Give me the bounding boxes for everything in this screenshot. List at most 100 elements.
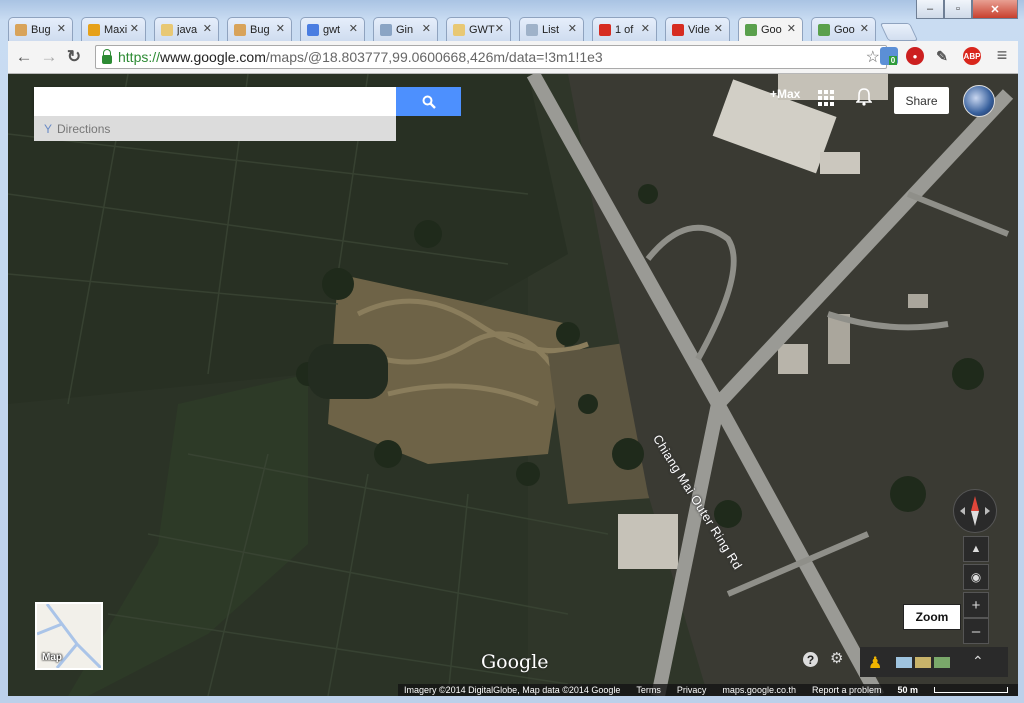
compass-icon (960, 496, 990, 526)
zoom-tooltip: Zoom (903, 604, 961, 630)
doc-favicon-icon (161, 23, 173, 36)
extension-badge: 0 (888, 55, 898, 65)
extension-icon[interactable]: 0 (880, 47, 898, 65)
eyedropper-icon[interactable]: ✎ (933, 47, 951, 65)
avatar[interactable] (963, 85, 995, 117)
tab-9[interactable]: Vide ✕ (665, 17, 730, 41)
tab-11[interactable]: Goo ✕ (811, 17, 876, 41)
zoom-in-button[interactable]: + (963, 592, 989, 618)
google-logo: Google (481, 651, 549, 673)
browser-window: – ▫ ✕ Bug ✕ Maxi ✕ java ✕ Bug ✕ gwt ✕ Gin ✕ GW… (0, 0, 1024, 703)
tab-4[interactable]: gwt ✕ (300, 17, 365, 41)
tab-7[interactable]: List ✕ (519, 17, 584, 41)
settings-gear-icon[interactable]: ⚙ (830, 649, 843, 667)
terms-link[interactable]: Terms (636, 685, 661, 695)
close-window-button[interactable]: ✕ (972, 0, 1018, 19)
directions-link[interactable]: Y Directions (34, 116, 396, 141)
imagery-credit: Imagery ©2014 DigitalGlobe, Map data ©20… (404, 685, 621, 695)
tab-close-icon[interactable]: ✕ (203, 22, 212, 35)
pegman-icon[interactable]: ♟ (868, 653, 882, 673)
maxi-favicon-icon (88, 23, 100, 36)
gin-favicon-icon (380, 23, 392, 36)
map-footer: Imagery ©2014 DigitalGlobe, Map data ©20… (398, 684, 1018, 696)
help-icon[interactable]: ? (803, 652, 818, 667)
bug-favicon-icon (234, 23, 246, 36)
menu-icon[interactable]: ≡ (992, 45, 1012, 66)
browser-toolbar: ← → ↻ https://www.google.com/maps/@18.80… (8, 41, 1018, 74)
photo-thumb-icon[interactable] (915, 657, 931, 668)
tab-close-icon[interactable]: ✕ (714, 22, 723, 35)
tab-close-icon[interactable]: ✕ (860, 22, 869, 35)
search-icon (422, 95, 436, 109)
reload-button[interactable]: ↻ (64, 47, 84, 67)
map-search-input[interactable] (34, 87, 396, 116)
tab-close-icon[interactable]: ✕ (57, 22, 66, 35)
my-location-icon[interactable]: ◉ (963, 564, 989, 590)
privacy-link[interactable]: Privacy (677, 685, 707, 695)
zoom-out-button[interactable]: – (963, 618, 989, 644)
back-button[interactable]: ← (14, 47, 34, 67)
plus-max-link[interactable]: +Max (770, 87, 800, 101)
search-button[interactable] (396, 87, 461, 116)
tab-10-active[interactable]: Goo ✕ (738, 17, 803, 42)
tab-close-icon[interactable]: ✕ (349, 22, 358, 35)
tab-3[interactable]: Bug ✕ (227, 17, 292, 41)
apps-grid-icon[interactable] (818, 90, 834, 109)
adblock-icon[interactable]: ABP (963, 47, 981, 65)
tab-1[interactable]: Maxi ✕ (81, 17, 146, 41)
notification-bell-icon[interactable] (855, 88, 873, 109)
tab-close-icon[interactable]: ✕ (641, 22, 650, 35)
minimize-button[interactable]: – (916, 0, 944, 19)
address-bar[interactable]: https://www.google.com/maps/@18.803777,9… (95, 45, 887, 69)
tab-close-icon[interactable]: ✕ (422, 22, 431, 35)
url-host: www.google.com (160, 49, 266, 65)
tab-8[interactable]: 1 of ✕ (592, 17, 657, 41)
tab-5[interactable]: Gin ✕ (373, 17, 438, 41)
tab-strip: Bug ✕ Maxi ✕ java ✕ Bug ✕ gwt ✕ Gin ✕ GWT ✕ Lis… (8, 17, 919, 42)
maps-favicon-icon (818, 23, 830, 36)
url-path: /maps/@18.803777,99.0600668,426m/data=!3… (265, 49, 603, 65)
doc-favicon-icon (453, 23, 465, 36)
compass-control[interactable] (953, 489, 997, 533)
youtube-favicon-icon (599, 23, 611, 36)
tab-close-icon[interactable]: ✕ (568, 22, 577, 35)
satellite-map[interactable]: Y Directions +Max Share Chiang Mai Outer … (8, 74, 1018, 696)
forward-button[interactable]: → (39, 47, 59, 67)
bottom-toolbar: ♟ ⌃ (860, 647, 1008, 677)
tab-close-icon[interactable]: ✕ (787, 22, 796, 35)
tab-label: Gin (396, 23, 414, 36)
photo-thumb-icon[interactable] (896, 657, 912, 668)
loading-favicon-icon (526, 23, 538, 36)
satellite-imagery (8, 74, 1018, 696)
directions-icon: Y (44, 121, 53, 136)
bookmark-star-icon[interactable]: ☆ (866, 47, 880, 67)
tab-close-icon[interactable]: ✕ (276, 22, 285, 35)
youtube-favicon-icon (672, 23, 684, 36)
maximize-button[interactable]: ▫ (944, 0, 972, 19)
bug-favicon-icon (15, 23, 27, 36)
tab-close-icon[interactable]: ✕ (495, 22, 504, 35)
stop-extension-icon[interactable]: ● (906, 47, 924, 65)
maps-favicon-icon (745, 24, 757, 36)
lock-icon (102, 48, 112, 64)
report-problem-link[interactable]: Report a problem (812, 685, 882, 695)
new-tab-button[interactable] (879, 23, 919, 41)
tab-label: Maxi (104, 23, 128, 36)
tab-6[interactable]: GWT ✕ (446, 17, 511, 41)
scale-bar (934, 687, 1008, 693)
tab-2[interactable]: java ✕ (154, 17, 219, 41)
tab-label: Goo (761, 24, 782, 36)
expand-icon[interactable]: ⌃ (972, 653, 984, 670)
maps-domain-link[interactable]: maps.google.co.th (722, 685, 796, 695)
tilt-icon[interactable]: ▲ (963, 536, 989, 562)
tab-label: Goo (834, 23, 855, 36)
tab-label: Vide (688, 23, 710, 36)
tab-label: java (177, 23, 198, 36)
tab-0[interactable]: Bug ✕ (8, 17, 73, 41)
share-button[interactable]: Share (894, 87, 949, 114)
url-scheme: https:// (118, 49, 161, 65)
photo-thumb-icon[interactable] (934, 657, 950, 668)
tab-close-icon[interactable]: ✕ (130, 22, 139, 35)
map-view-toggle[interactable]: Map (35, 602, 103, 670)
minimap-label: Map (42, 652, 62, 663)
